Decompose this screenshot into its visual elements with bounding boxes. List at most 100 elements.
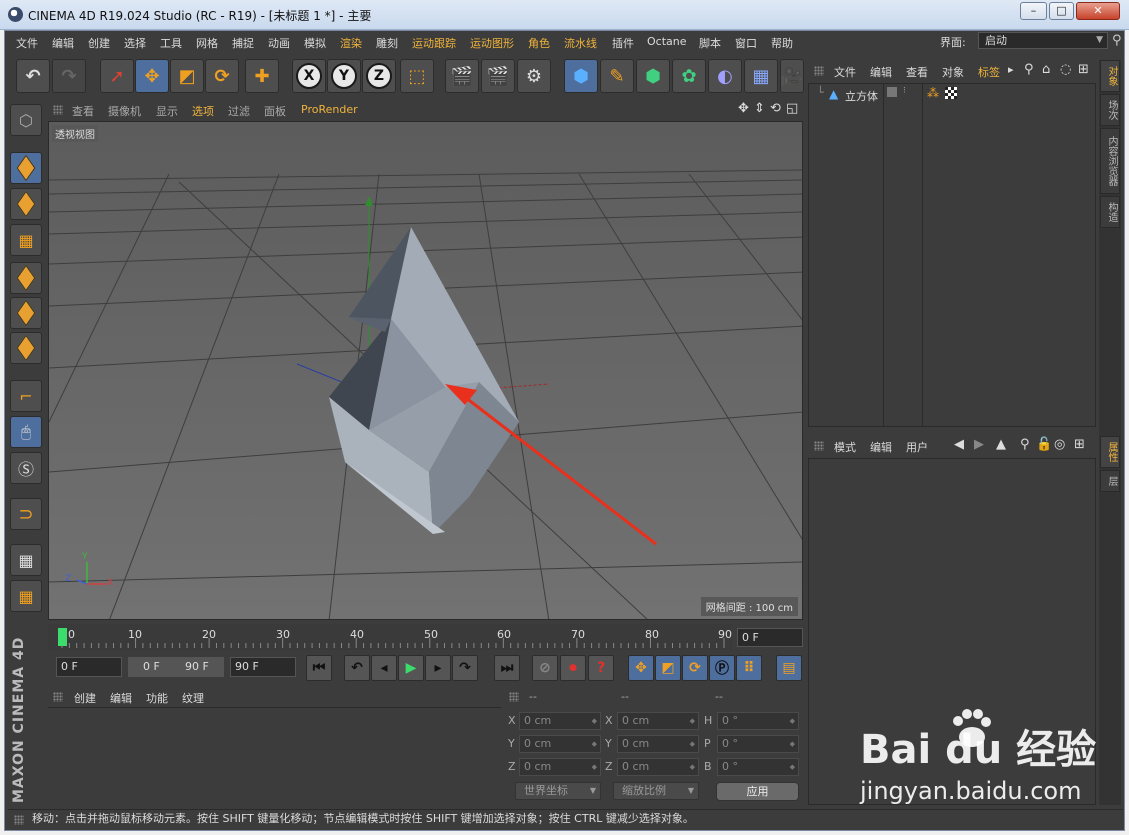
menu-file[interactable]: 文件 [16,35,38,51]
viewport-menu-display[interactable]: 显示 [156,103,178,119]
current-frame-field[interactable]: 0 F [737,628,803,647]
menu-octane[interactable]: Octane [647,35,687,48]
undo-button[interactable]: ↶ [16,59,50,93]
record-keys-button[interactable]: ⊘ [532,655,558,681]
menu-mesh[interactable]: 网格 [196,35,218,51]
menu-select[interactable]: 选择 [124,35,146,51]
next-frame-button[interactable]: ▸ [425,655,451,681]
z-axis-lock-button[interactable]: Z [362,59,396,93]
menu-mograph[interactable]: 运动图形 [470,35,514,51]
menu-simulate[interactable]: 模拟 [304,35,326,51]
rotate-view-icon[interactable]: ⟲ [770,101,781,116]
minimize-button[interactable]: – [1020,2,1047,20]
y-axis-lock-button[interactable]: Y [327,59,361,93]
new-panel-icon[interactable]: ⊞ [1074,437,1085,452]
timeline-window-button[interactable]: ▤ [776,655,802,681]
menu-pipeline[interactable]: 流水线 [564,35,597,51]
move-view-icon[interactable]: ✥ [738,101,749,116]
search-icon[interactable]: ⚲ [1024,62,1034,77]
start-frame-field[interactable]: 0 F [56,657,122,677]
coordinate-system-button[interactable]: ⬚ [400,59,434,93]
eye-icon[interactable]: ◌ [1060,62,1071,77]
zoom-view-icon[interactable]: ⇕ [754,101,765,116]
render-settings-button[interactable]: ⚙ [517,59,551,93]
menu-render[interactable]: 渲染 [340,35,362,51]
viewport-menu-camera[interactable]: 摄像机 [108,103,141,119]
material-menu-function[interactable]: 功能 [146,690,168,706]
subdivision-surface-button[interactable]: ⬢ [636,59,670,93]
edges-mode-button[interactable] [10,297,42,329]
rotation-p-field[interactable]: 0 ° [717,735,799,753]
model-mode-button[interactable] [10,152,42,184]
viewport-menu-panel[interactable]: 面板 [264,103,286,119]
key-pla-button[interactable]: ⠿ [736,655,762,681]
workplane-mode-button[interactable]: ▦ [10,224,42,256]
floor-object-button[interactable]: ▦ [744,59,778,93]
layout-select[interactable]: 启动 ▼ [978,32,1108,49]
world-coordinates-dropdown[interactable]: 世界坐标 ▼ [515,782,601,800]
menu-motion-tracking[interactable]: 运动跟踪 [412,35,456,51]
object-name[interactable]: 立方体 [845,88,878,104]
forward-arrow-icon[interactable]: ▶ [974,437,984,452]
go-to-end-button[interactable]: ⏭ [494,655,520,681]
tweak-mode-button[interactable]: 🖱 [10,416,42,448]
polygons-mode-button[interactable] [10,332,42,364]
object-menu-tags[interactable]: 标签 [978,64,1000,80]
material-menu-create[interactable]: 创建 [74,690,96,706]
position-x-field[interactable]: 0 cm [519,712,601,730]
search-icon[interactable]: ⚲ [1020,437,1030,452]
menu-snap[interactable]: 捕捉 [232,35,254,51]
material-menu-texture[interactable]: 纹理 [182,690,204,706]
object-menu-file[interactable]: 文件 [834,64,856,80]
texture-tag-icon[interactable] [945,87,957,99]
menu-script[interactable]: 脚本 [699,35,721,51]
auto-keying-button[interactable]: ⏺ [560,655,586,681]
cube-object-button[interactable]: ⬢ [564,59,598,93]
viewport-menu-view[interactable]: 查看 [72,103,94,119]
key-rotation-button[interactable]: ⟳ [682,655,708,681]
rotation-b-field[interactable]: 0 ° [717,758,799,776]
object-menu-objects[interactable]: 对象 [942,64,964,80]
size-x-field[interactable]: 0 cm [617,712,699,730]
tab-attributes[interactable]: 属性 [1100,436,1120,468]
go-to-start-button[interactable]: ⏮ [306,655,332,681]
cloner-button[interactable]: ✿ [672,59,706,93]
lock-icon[interactable]: 🔓 [1036,437,1052,452]
material-menu-edit[interactable]: 编辑 [110,690,132,706]
object-menu-view[interactable]: 查看 [906,64,928,80]
home-icon[interactable]: ⌂ [1042,62,1050,77]
menu-create[interactable]: 创建 [88,35,110,51]
viewport-menu-filter[interactable]: 过滤 [228,103,250,119]
recent-tool-button[interactable]: ✚ [245,59,279,93]
preview-range-slider[interactable]: 0 F 90 F [128,657,224,677]
timeline-ruler[interactable]: 0 10 20 30 40 50 60 70 80 90 [48,624,732,650]
pen-spline-button[interactable]: ✎ [600,59,634,93]
texture-mode-button[interactable] [10,188,42,220]
previous-key-button[interactable]: ↶ [344,655,370,681]
menu-animate[interactable]: 动画 [268,35,290,51]
tab-content-browser[interactable]: 内容浏览器 [1100,128,1120,194]
previous-frame-button[interactable]: ◂ [371,655,397,681]
search-icon[interactable]: ⚲ [1112,33,1122,48]
menu-edit[interactable]: 编辑 [52,35,74,51]
up-arrow-icon[interactable]: ▲ [996,437,1006,452]
menu-sculpt[interactable]: 雕刻 [376,35,398,51]
menu-tools[interactable]: 工具 [160,35,182,51]
maximize-button[interactable]: □ [1049,2,1074,20]
tab-objects[interactable]: 对象 [1100,60,1120,92]
perspective-viewport[interactable]: 透视视图 Y X Z 网格间距 : 100 cm [48,121,803,620]
editor-visibility-icon[interactable] [887,87,897,97]
deformer-button[interactable]: ◐ [708,59,742,93]
playhead[interactable] [58,628,67,646]
live-selection-button[interactable]: ➚ [100,59,134,93]
viewport-menu-prorender[interactable]: ProRender [301,103,358,116]
render-picture-viewer-button[interactable]: 🎬 [481,59,515,93]
viewport-menu-options[interactable]: 选项 [192,103,214,119]
object-row[interactable]: └ ▲ 立方体 ⁝ ⁂ [809,86,1095,104]
toggle-view-icon[interactable]: ◱ [786,101,798,116]
menu-window[interactable]: 窗口 [735,35,757,51]
key-position-button[interactable]: ✥ [628,655,654,681]
solo-button[interactable]: Ⓢ [10,452,42,484]
keyframe-selection-button[interactable]: ? [588,655,614,681]
camera-object-button[interactable]: 🎥 [780,59,804,93]
